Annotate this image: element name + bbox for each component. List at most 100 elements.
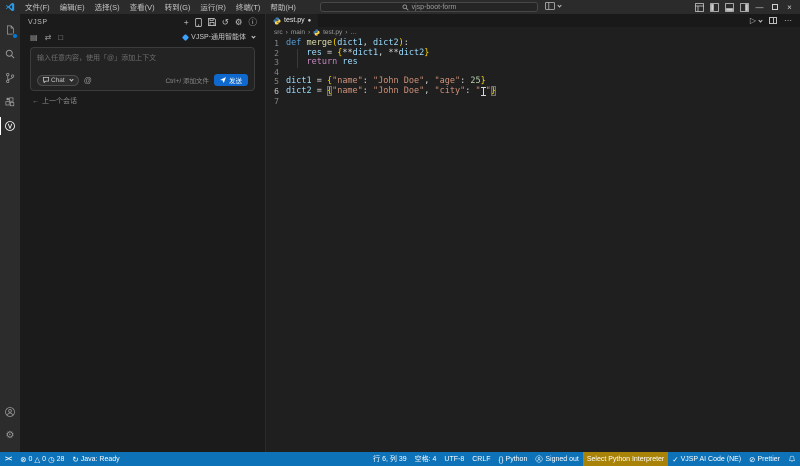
chat-mode-selector[interactable]: Chat	[37, 75, 79, 86]
title-bar: 文件(F)编辑(E)选择(S)查看(V)转到(G)运行(R)终端(T)帮助(H)…	[0, 0, 800, 14]
code-token: "name"	[332, 76, 363, 86]
chevron-down-icon	[251, 34, 255, 38]
menu-item[interactable]: 帮助(H)	[265, 2, 300, 13]
cursor-position-status[interactable]: 行 6, 列 39	[369, 452, 410, 466]
session-list-button[interactable]: ▤	[30, 33, 38, 42]
info-count: 28	[57, 456, 65, 463]
minimize-button[interactable]: —	[753, 0, 766, 14]
code-line[interactable]: 6dict2 = {"name": "John Doe", "city": ""…	[266, 87, 800, 97]
git-branch-icon	[4, 72, 16, 84]
remote-indicator[interactable]: ><	[0, 452, 16, 466]
breadcrumb-symbol[interactable]: …	[350, 29, 357, 36]
code-token: :	[404, 38, 409, 48]
refresh-button[interactable]: ⇄	[45, 33, 52, 42]
sidebar-header: VJSP + ↺ ⚙ ⓘ	[20, 14, 265, 30]
code-token: merge	[306, 38, 332, 48]
menu-item[interactable]: 终端(T)	[231, 2, 266, 13]
code-token: res	[342, 57, 357, 67]
search-icon	[4, 48, 16, 60]
menu-item[interactable]: 运行(R)	[195, 2, 230, 13]
error-count: 0	[28, 456, 32, 463]
menu-item[interactable]: 选择(S)	[90, 2, 125, 13]
settings-button[interactable]: ⚙	[235, 17, 243, 28]
encoding-status[interactable]: UTF-8	[440, 452, 468, 466]
run-button[interactable]: ▷	[750, 16, 762, 25]
window-controls: — ×	[693, 0, 800, 14]
problems-status[interactable]: ⊗ 0 △ 0 ◷ 28	[16, 452, 68, 466]
eol-status[interactable]: CRLF	[468, 452, 494, 466]
python-interpreter-status[interactable]: Select Python Interpreter	[583, 452, 668, 466]
chat-input[interactable]: 输入任意内容，使用「@」添加上下文	[37, 53, 248, 63]
activity-extensions-button[interactable]	[0, 90, 20, 114]
code-token: "John Doe"	[373, 86, 424, 96]
toggle-panel-button[interactable]	[723, 0, 736, 14]
breadcrumb-main[interactable]: main	[291, 29, 305, 36]
add-context-button[interactable]: @	[84, 76, 92, 85]
code-token: "name"	[332, 86, 363, 96]
line-number: 4	[266, 68, 286, 78]
command-center-search[interactable]: vjsp-boot-form	[320, 2, 538, 12]
new-chat-button[interactable]: +	[184, 17, 189, 27]
menu-item[interactable]: 查看(V)	[125, 2, 160, 13]
breadcrumb-file[interactable]: test.py	[323, 29, 342, 36]
agent-icon	[182, 33, 189, 40]
slash-circle-icon: ⊘	[749, 455, 755, 464]
modified-dot-icon[interactable]: ●	[308, 18, 312, 24]
code-line[interactable]: 7	[266, 97, 800, 107]
account-button[interactable]	[0, 400, 20, 424]
menu-item[interactable]: 转到(G)	[160, 2, 196, 13]
history-button[interactable]: ↺	[222, 17, 229, 28]
activity-search-button[interactable]	[0, 42, 20, 66]
send-label: 发送	[229, 75, 242, 85]
breadcrumb-src[interactable]: src	[274, 29, 283, 36]
vjsp-ai-status[interactable]: ✓ VJSP AI Code (NE)	[668, 452, 745, 466]
breadcrumb-separator: ›	[308, 29, 310, 36]
send-button[interactable]: 发送	[214, 74, 248, 86]
sidebar-title: VJSP	[28, 19, 48, 26]
manage-button[interactable]: ⚙	[0, 424, 20, 448]
activity-vjsp-button[interactable]	[0, 114, 20, 138]
indentation-status[interactable]: 空格: 4	[411, 452, 441, 466]
tab-testpy[interactable]: test.py ●	[266, 14, 319, 27]
code-token: ,	[363, 38, 373, 48]
split-editor-button[interactable]	[769, 17, 777, 24]
code-token	[286, 48, 306, 58]
code-token: "city"	[434, 86, 465, 96]
activity-explorer-button[interactable]	[0, 18, 20, 42]
code-token: :	[460, 76, 470, 86]
tab-label: test.py	[284, 17, 305, 24]
language-status[interactable]: {} Python	[495, 452, 532, 466]
restore-button[interactable]	[768, 0, 781, 14]
code-lines: 1def merge(dict1, dict2):2 res = {**dict…	[266, 39, 800, 106]
agent-selector[interactable]: VJSP-通用智能体	[183, 32, 255, 42]
open-window-button[interactable]: □	[58, 33, 63, 42]
info-button[interactable]: ⓘ	[248, 16, 257, 28]
notifications-button[interactable]	[784, 452, 800, 466]
code-token: :	[465, 86, 475, 96]
layout-dropdown-button[interactable]	[545, 2, 561, 10]
toggle-sidebar-button[interactable]	[708, 0, 721, 14]
code-token: ,	[424, 76, 434, 86]
code-token: return	[306, 57, 337, 67]
menu-item[interactable]: 文件(F)	[20, 2, 55, 13]
java-status[interactable]: ↻ Java: Ready	[68, 452, 123, 466]
code-token: def	[286, 38, 306, 48]
previous-session-label: 上一个会话	[42, 96, 77, 106]
code-editor[interactable]: 1def merge(dict1, dict2):2 res = {**dict…	[266, 37, 800, 452]
close-button[interactable]: ×	[783, 0, 796, 14]
prettier-status[interactable]: ⊘ Prettier	[745, 452, 784, 466]
toggle-secondary-sidebar-button[interactable]	[738, 0, 751, 14]
editor-actions: ▷ ⋯	[750, 14, 800, 27]
save-session-button[interactable]	[208, 18, 216, 26]
more-actions-button[interactable]: ⋯	[784, 16, 792, 25]
code-token: =	[312, 86, 327, 96]
menu-item[interactable]: 编辑(E)	[55, 2, 90, 13]
previous-session-link[interactable]: ← 上一个会话	[20, 91, 265, 111]
signed-out-status[interactable]: Signed out	[531, 452, 582, 466]
customize-layout-button[interactable]	[693, 0, 706, 14]
code-line[interactable]: 3 return res	[266, 58, 800, 68]
device-button[interactable]	[195, 18, 202, 27]
language-label: Python	[506, 456, 528, 463]
python-icon	[273, 17, 281, 25]
activity-source-control-button[interactable]	[0, 66, 20, 90]
